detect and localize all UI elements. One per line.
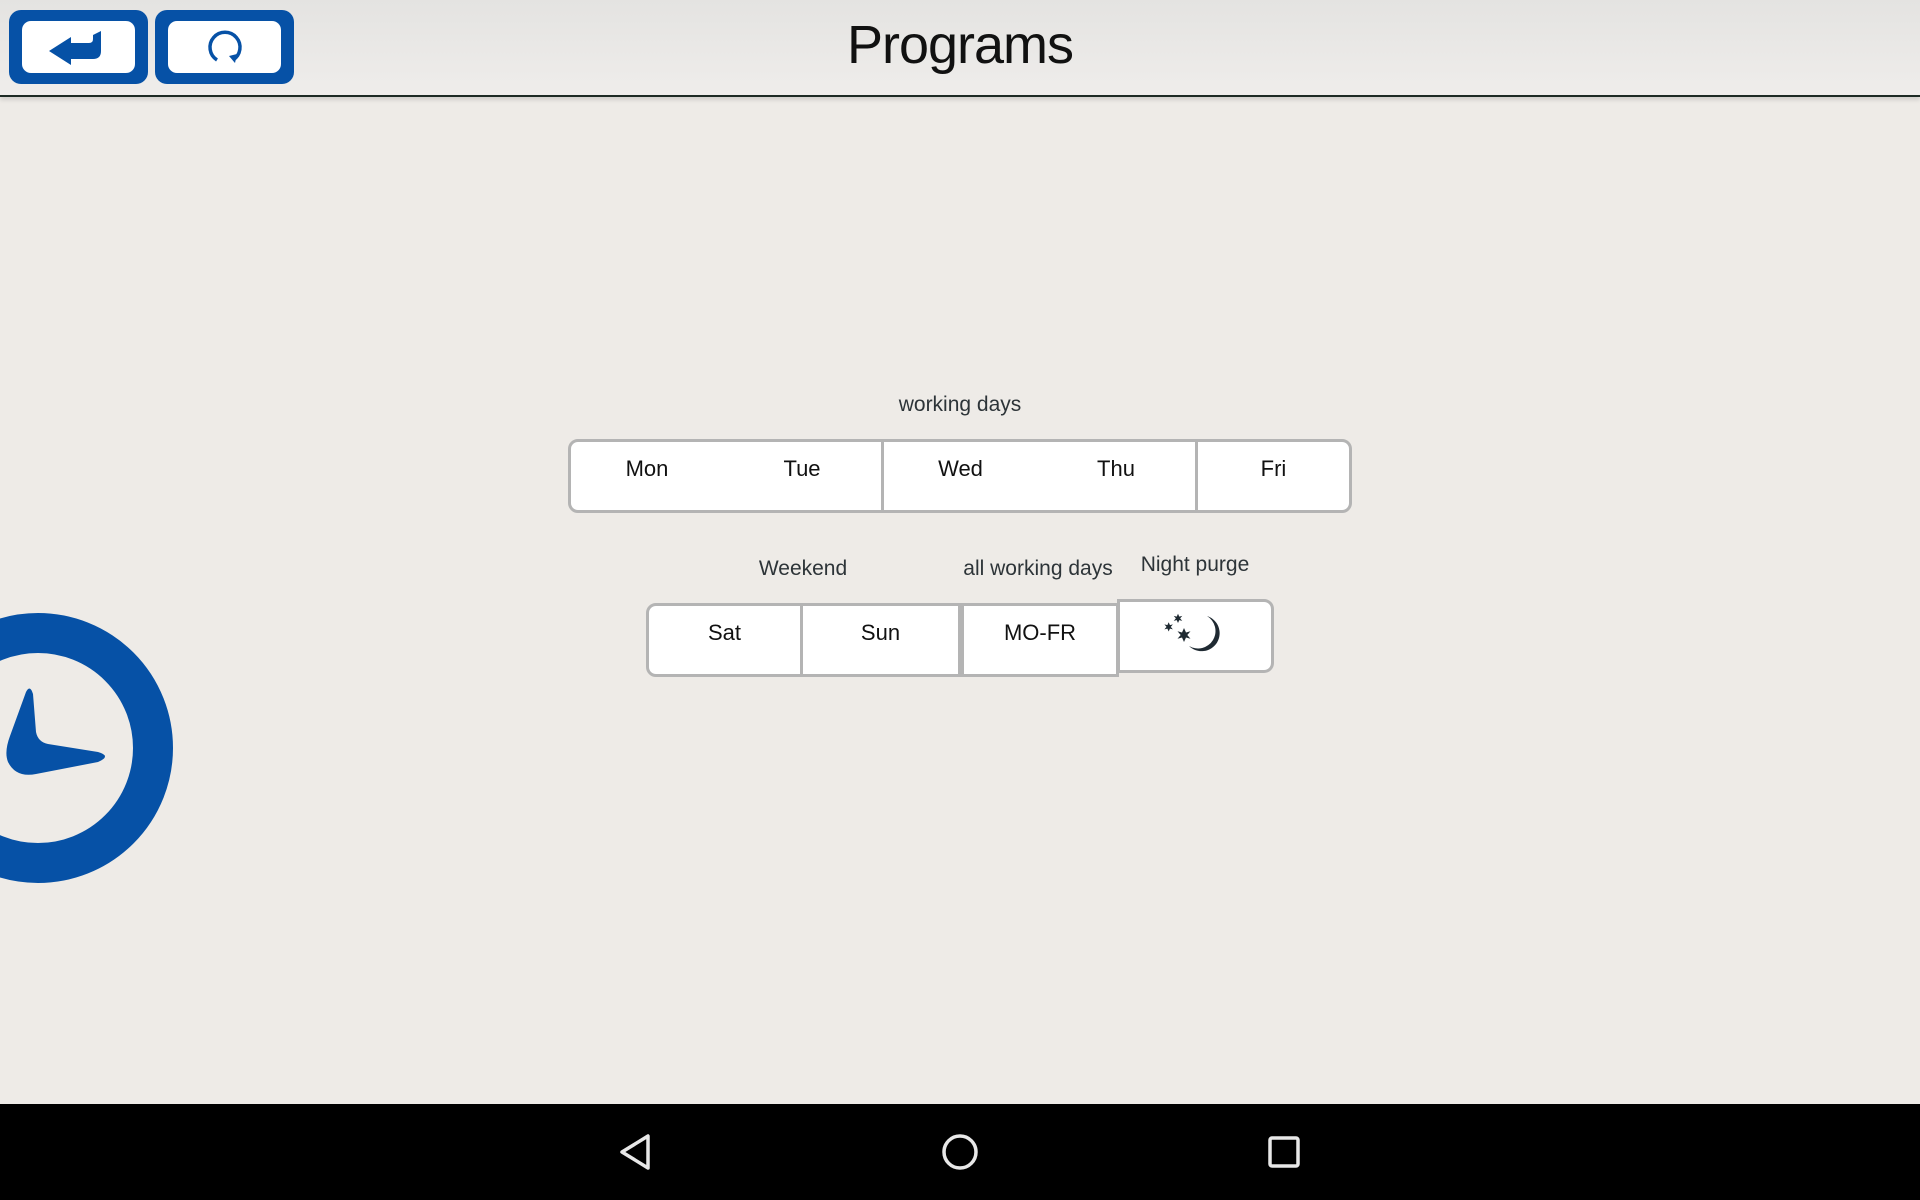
day-button-wed[interactable]: Wed — [881, 439, 1040, 513]
app-header: Programs — [0, 0, 1920, 97]
nav-home-icon[interactable] — [940, 1132, 980, 1172]
page-title: Programs — [846, 15, 1074, 75]
day-button-tue[interactable]: Tue — [723, 439, 884, 513]
day-button-thu[interactable]: Thu — [1037, 439, 1198, 513]
night-purge-button[interactable] — [1117, 599, 1274, 673]
moon-stars-icon — [1163, 613, 1220, 652]
day-label: Tue — [783, 456, 821, 481]
nav-recents-icon[interactable] — [1266, 1132, 1302, 1172]
mo-fr-label: MO-FR — [1003, 620, 1077, 645]
day-label: Mon — [625, 456, 669, 481]
weekend-label: Weekend — [758, 557, 848, 580]
day-button-sun[interactable]: Sun — [800, 603, 961, 677]
night-purge-label: Night purge — [1140, 553, 1250, 576]
day-label: Thu — [1097, 456, 1135, 481]
nav-back-icon[interactable] — [618, 1132, 654, 1172]
day-label: Wed — [938, 456, 983, 481]
working-days-label: working days — [898, 393, 1022, 416]
day-label: Fri — [1260, 456, 1287, 481]
day-label: Sun — [860, 620, 901, 645]
day-button-fri[interactable]: Fri — [1195, 439, 1352, 513]
clock-icon[interactable] — [0, 612, 174, 884]
day-button-mon[interactable]: Mon — [568, 439, 726, 513]
system-navigation-bar — [0, 1104, 1920, 1200]
day-button-sat[interactable]: Sat — [646, 603, 803, 677]
day-label: Sat — [707, 620, 742, 645]
mo-fr-button[interactable]: MO-FR — [960, 603, 1119, 677]
